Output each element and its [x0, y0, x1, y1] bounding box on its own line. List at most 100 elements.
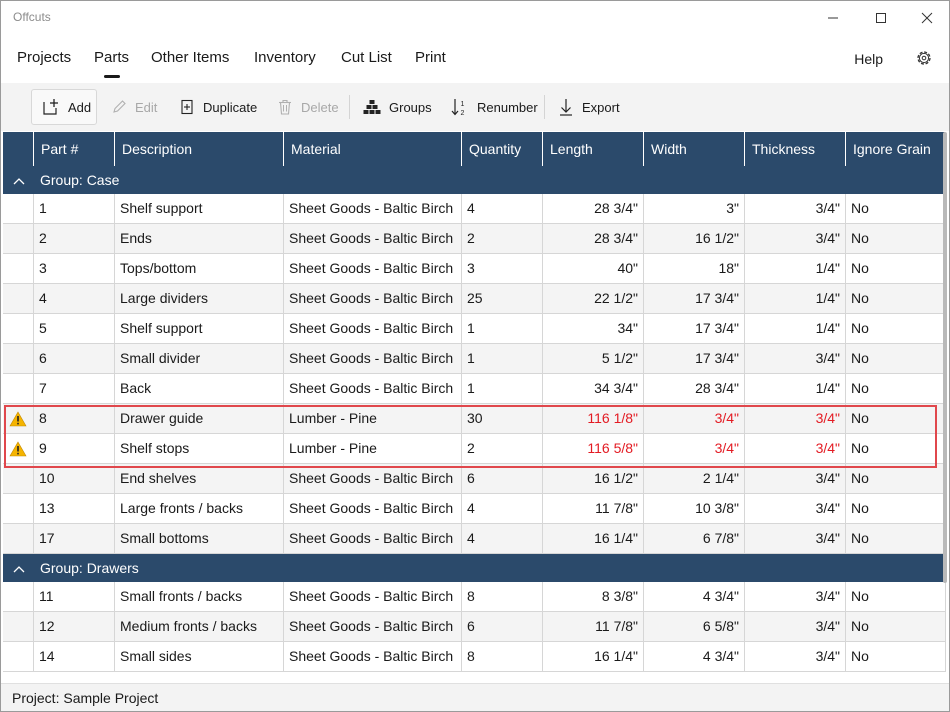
cell-quantity[interactable]: 2: [462, 434, 543, 463]
cell-material[interactable]: Sheet Goods - Baltic Birch: [284, 494, 462, 523]
cell-length[interactable]: 116 5/8": [543, 434, 644, 463]
cell-ignore-grain[interactable]: No: [846, 284, 946, 313]
cell-description[interactable]: Back: [115, 374, 284, 403]
cell-quantity[interactable]: 30: [462, 404, 543, 433]
header-width[interactable]: Width: [644, 132, 745, 166]
cell-ignore-grain[interactable]: No: [846, 194, 946, 223]
cell-length[interactable]: 28 3/4": [543, 224, 644, 253]
cell-description[interactable]: Large fronts / backs: [115, 494, 284, 523]
cell-length[interactable]: 40": [543, 254, 644, 283]
maximize-button[interactable]: [861, 5, 901, 31]
cell-ignore-grain[interactable]: No: [846, 612, 946, 641]
cell-description[interactable]: Small divider: [115, 344, 284, 373]
cell-material[interactable]: Sheet Goods - Baltic Birch: [284, 314, 462, 343]
cell-material[interactable]: Sheet Goods - Baltic Birch: [284, 374, 462, 403]
cell-width[interactable]: 6 5/8": [644, 612, 745, 641]
cell-part-number[interactable]: 13: [34, 494, 115, 523]
cell-part-number[interactable]: 6: [34, 344, 115, 373]
header-quantity[interactable]: Quantity: [462, 132, 543, 166]
cell-quantity[interactable]: 6: [462, 464, 543, 493]
cell-thickness[interactable]: 3/4": [745, 464, 846, 493]
table-row[interactable]: 3 Tops/bottom Sheet Goods - Baltic Birch 3 4…: [3, 254, 946, 284]
cell-quantity[interactable]: 4: [462, 194, 543, 223]
cell-description[interactable]: Small bottoms: [115, 524, 284, 553]
cell-ignore-grain[interactable]: No: [846, 374, 946, 403]
cell-ignore-grain[interactable]: No: [846, 254, 946, 283]
cell-quantity[interactable]: 4: [462, 524, 543, 553]
table-row[interactable]: 14 Small sides Sheet Goods - Baltic Birch 8…: [3, 642, 946, 672]
cell-width[interactable]: 4 3/4": [644, 582, 745, 611]
cell-part-number[interactable]: 17: [34, 524, 115, 553]
table-row[interactable]: 11 Small fronts / backs Sheet Goods - Balt…: [3, 582, 946, 612]
cell-material[interactable]: Sheet Goods - Baltic Birch: [284, 642, 462, 671]
cell-quantity[interactable]: 3: [462, 254, 543, 283]
duplicate-button[interactable]: Duplicate: [179, 89, 257, 125]
cell-description[interactable]: Shelf support: [115, 314, 284, 343]
cell-material[interactable]: Sheet Goods - Baltic Birch: [284, 464, 462, 493]
cell-quantity[interactable]: 8: [462, 582, 543, 611]
tab-print[interactable]: Print: [415, 49, 446, 66]
cell-ignore-grain[interactable]: No: [846, 524, 946, 553]
cell-material[interactable]: Sheet Goods - Baltic Birch: [284, 612, 462, 641]
cell-description[interactable]: Large dividers: [115, 284, 284, 313]
table-row[interactable]: 12 Medium fronts / backs Sheet Goods - Bal…: [3, 612, 946, 642]
cell-description[interactable]: Ends: [115, 224, 284, 253]
cell-quantity[interactable]: 1: [462, 374, 543, 403]
cell-thickness[interactable]: 3/4": [745, 582, 846, 611]
cell-length[interactable]: 34": [543, 314, 644, 343]
cell-material[interactable]: Lumber - Pine: [284, 404, 462, 433]
cell-quantity[interactable]: 4: [462, 494, 543, 523]
cell-thickness[interactable]: 3/4": [745, 194, 846, 223]
table-row[interactable]: 8 Drawer guide Lumber - Pine 30 116 1/8" 3/4"…: [3, 404, 946, 434]
groups-button[interactable]: Groups: [363, 89, 432, 125]
cell-ignore-grain[interactable]: No: [846, 404, 946, 433]
tab-projects[interactable]: Projects: [17, 49, 71, 66]
cell-part-number[interactable]: 3: [34, 254, 115, 283]
tab-cut-list[interactable]: Cut List: [341, 49, 392, 66]
cell-thickness[interactable]: 1/4": [745, 314, 846, 343]
cell-width[interactable]: 3": [644, 194, 745, 223]
cell-ignore-grain[interactable]: No: [846, 642, 946, 671]
table-row[interactable]: 5 Shelf support Sheet Goods - Baltic Birch…: [3, 314, 946, 344]
cell-material[interactable]: Sheet Goods - Baltic Birch: [284, 582, 462, 611]
table-row[interactable]: 4 Large dividers Sheet Goods - Baltic Birc…: [3, 284, 946, 314]
cell-length[interactable]: 28 3/4": [543, 194, 644, 223]
table-row[interactable]: 9 Shelf stops Lumber - Pine 2 116 5/8" 3/4" 3/…: [3, 434, 946, 464]
cell-ignore-grain[interactable]: No: [846, 224, 946, 253]
cell-material[interactable]: Sheet Goods - Baltic Birch: [284, 524, 462, 553]
cell-part-number[interactable]: 7: [34, 374, 115, 403]
cell-description[interactable]: Shelf stops: [115, 434, 284, 463]
cell-ignore-grain[interactable]: No: [846, 314, 946, 343]
cell-length[interactable]: 16 1/4": [543, 524, 644, 553]
cell-width[interactable]: 17 3/4": [644, 284, 745, 313]
cell-length[interactable]: 116 1/8": [543, 404, 644, 433]
delete-button[interactable]: Delete: [277, 89, 339, 125]
cell-length[interactable]: 34 3/4": [543, 374, 644, 403]
cell-thickness[interactable]: 3/4": [745, 642, 846, 671]
minimize-button[interactable]: [813, 5, 853, 31]
header-part-number[interactable]: Part #: [34, 132, 115, 166]
cell-description[interactable]: Shelf support: [115, 194, 284, 223]
cell-thickness[interactable]: 3/4": [745, 612, 846, 641]
help-link[interactable]: Help: [854, 51, 883, 67]
cell-length[interactable]: 16 1/4": [543, 642, 644, 671]
cell-quantity[interactable]: 2: [462, 224, 543, 253]
cell-material[interactable]: Lumber - Pine: [284, 434, 462, 463]
cell-ignore-grain[interactable]: No: [846, 464, 946, 493]
cell-description[interactable]: Small sides: [115, 642, 284, 671]
header-thickness[interactable]: Thickness: [745, 132, 846, 166]
cell-part-number[interactable]: 9: [34, 434, 115, 463]
cell-thickness[interactable]: 3/4": [745, 344, 846, 373]
chevron-up-icon[interactable]: [12, 166, 26, 194]
cell-width[interactable]: 10 3/8": [644, 494, 745, 523]
table-row[interactable]: 10 End shelves Sheet Goods - Baltic Birch 6…: [3, 464, 946, 494]
cell-part-number[interactable]: 14: [34, 642, 115, 671]
cell-width[interactable]: 4 3/4": [644, 642, 745, 671]
cell-material[interactable]: Sheet Goods - Baltic Birch: [284, 224, 462, 253]
cell-description[interactable]: Tops/bottom: [115, 254, 284, 283]
table-row[interactable]: 17 Small bottoms Sheet Goods - Baltic Birc…: [3, 524, 946, 554]
cell-width[interactable]: 6 7/8": [644, 524, 745, 553]
cell-ignore-grain[interactable]: No: [846, 344, 946, 373]
header-material[interactable]: Material: [284, 132, 462, 166]
cell-width[interactable]: 2 1/4": [644, 464, 745, 493]
